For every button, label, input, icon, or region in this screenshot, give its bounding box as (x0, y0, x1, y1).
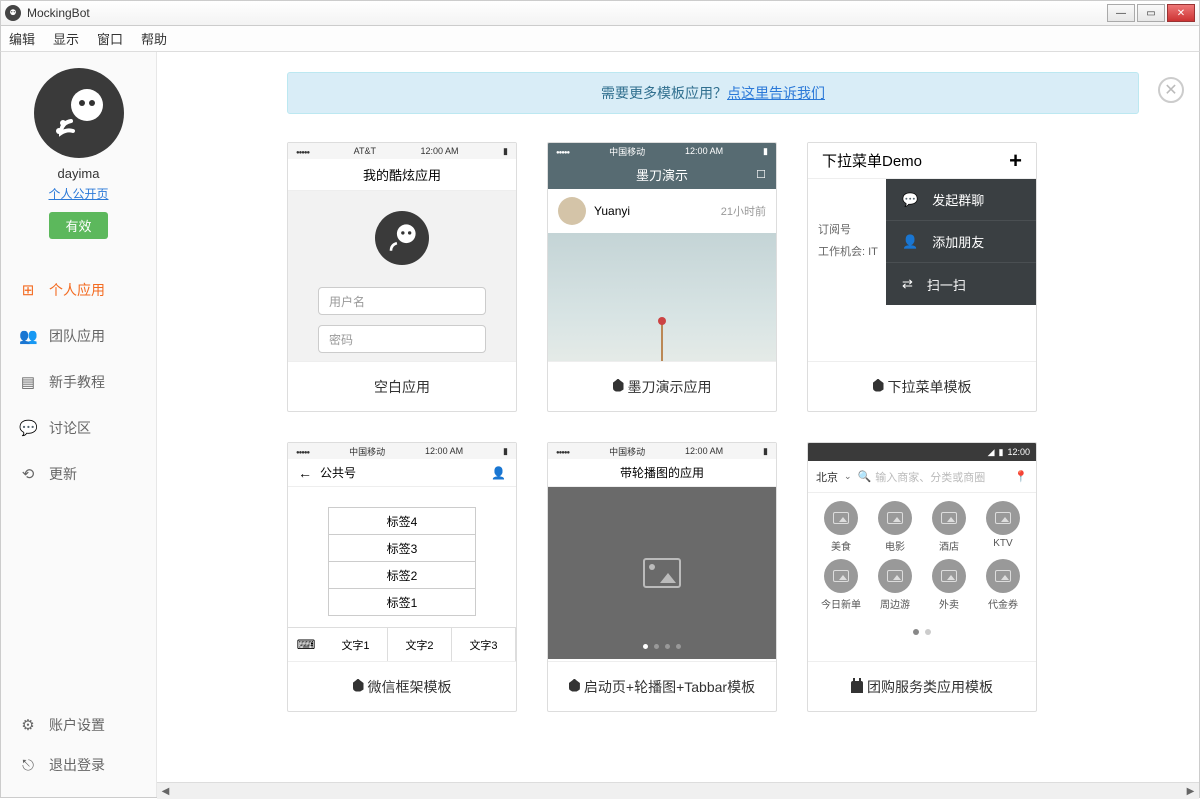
username-input: 用户名 (318, 287, 486, 315)
sidebar-item-label: 讨论区 (49, 418, 91, 438)
preview-header: 我的酷炫应用 (288, 159, 516, 191)
rss-icon: ⟲ (19, 465, 37, 483)
card-label: 团购服务类应用模板 (867, 677, 993, 697)
password-input: 密码 (318, 325, 486, 353)
main-content: 需要更多模板应用？点这里告诉我们 ✕ AT&T12:00 AM▮ 我的酷炫应用 … (157, 52, 1199, 797)
sidebar: dayima 个人公开页 有效 ⊞ 个人应用 👥 团队应用 ▤ 新手教程 💬 讨… (1, 52, 157, 797)
gear-icon: ⚙ (19, 716, 37, 734)
banner-text: 需要更多模板应用？ (601, 85, 727, 101)
logout-icon: ⎋ (19, 757, 37, 774)
card-label: 下拉菜单模板 (888, 377, 972, 397)
menu-help[interactable]: 帮助 (141, 29, 167, 48)
chat-icon: 💬 (19, 419, 37, 437)
avatar-icon (558, 197, 586, 225)
back-icon: ← (298, 465, 312, 481)
card-label: 墨刀演示应用 (628, 377, 712, 397)
scroll-right-button[interactable]: ▶ (1182, 783, 1199, 800)
horizontal-scrollbar[interactable]: ◀ ▶ (157, 782, 1199, 799)
battery-icon: ▮ (999, 447, 1004, 458)
sidebar-item-label: 个人应用 (49, 280, 105, 300)
scroll-left-button[interactable]: ◀ (157, 783, 174, 800)
close-banner-button[interactable]: ✕ (1158, 77, 1184, 103)
window-title: MockingBot (27, 6, 1105, 20)
keyboard-icon: ⌨ (288, 628, 324, 661)
signal-icon (296, 146, 309, 156)
window-titlebar: MockingBot — ▭ ✕ (0, 0, 1200, 26)
sidebar-item-forum[interactable]: 💬 讨论区 (1, 405, 156, 451)
battery-icon: ▮ (503, 146, 508, 157)
public-page-link[interactable]: 个人公开页 (48, 187, 108, 201)
inbox-icon: ☐ (756, 168, 766, 181)
minimize-button[interactable]: — (1107, 4, 1135, 22)
battery-icon: ▮ (503, 446, 508, 457)
sidebar-item-label: 新手教程 (49, 372, 105, 392)
maximize-button[interactable]: ▭ (1137, 4, 1165, 22)
banner-link[interactable]: 点这里告诉我们 (727, 85, 825, 101)
grid-icon: ⊞ (19, 281, 37, 299)
avatar[interactable] (34, 68, 124, 158)
user-icon: 👤 (491, 466, 506, 480)
chevron-down-icon: ⌄ (844, 471, 852, 482)
card-label: 启动页+轮播图+Tabbar模板 (584, 677, 755, 697)
template-card-demo[interactable]: 中国移动12:00 AM▮ 墨刀演示☐ Yuanyi21小时前 墨刀演示应用 (547, 142, 777, 412)
carousel-dots (643, 644, 681, 649)
book-icon: ▤ (19, 373, 37, 391)
sidebar-item-team[interactable]: 👥 团队应用 (1, 313, 156, 359)
template-card-wechat[interactable]: 中国移动12:00 AM▮ ←公共号👤 标签4 标签3 标签2 标签1 ⌨ 文字… (287, 442, 517, 712)
sidebar-item-label: 团队应用 (49, 326, 105, 346)
status-badge: 有效 (49, 212, 107, 239)
signal-icon: ◢ (988, 447, 995, 458)
sidebar-item-settings[interactable]: ⚙ 账户设置 (1, 705, 156, 745)
avatar-icon (375, 211, 429, 265)
sidebar-item-updates[interactable]: ⟲ 更新 (1, 451, 156, 497)
template-card-dropdown[interactable]: 下拉菜单Demo+ 订阅号工作机会: IT 💬发起群聊 👤添加朋友 ⇄扫一扫 下… (807, 142, 1037, 412)
signal-icon (556, 446, 569, 456)
sidebar-item-label: 账户设置 (49, 715, 105, 735)
template-card-blank[interactable]: AT&T12:00 AM▮ 我的酷炫应用 用户名 密码 空白应用 (287, 142, 517, 412)
location-icon: 📍 (1014, 470, 1028, 483)
signal-icon (556, 146, 569, 156)
apple-icon (613, 379, 624, 395)
template-card-carousel[interactable]: 中国移动12:00 AM▮ 带轮播图的应用 启动页+轮播图+Tabbar模板 (547, 442, 777, 712)
signal-icon (296, 446, 309, 456)
user-icon: 👤 (902, 234, 918, 250)
plus-icon: + (1009, 148, 1022, 174)
apple-icon (569, 679, 580, 695)
apple-icon (353, 679, 364, 695)
dropdown-menu: 💬发起群聊 👤添加朋友 ⇄扫一扫 (886, 179, 1036, 305)
app-logo-icon (5, 5, 21, 21)
battery-icon: ▮ (763, 446, 768, 457)
chat-icon: 💬 (902, 192, 918, 208)
menu-window[interactable]: 窗口 (97, 29, 123, 48)
sidebar-item-label: 更新 (49, 464, 77, 484)
username: dayima (11, 166, 146, 181)
sidebar-item-personal[interactable]: ⊞ 个人应用 (1, 267, 156, 313)
sidebar-item-tutorial[interactable]: ▤ 新手教程 (1, 359, 156, 405)
sidebar-item-logout[interactable]: ⎋ 退出登录 (1, 745, 156, 785)
template-card-groupbuy[interactable]: ◢▮12:00 北京⌄ 🔍输入商家、分类或商圈 📍 美食 电影 酒店 KTV 今… (807, 442, 1037, 712)
profile-section: dayima 个人公开页 有效 (1, 52, 156, 249)
menu-bar: 编辑 显示 窗口 帮助 (0, 26, 1200, 52)
battery-icon: ▮ (763, 146, 768, 157)
sidebar-item-label: 退出登录 (49, 755, 105, 775)
search-icon: 🔍 (858, 470, 872, 483)
close-button[interactable]: ✕ (1167, 4, 1195, 22)
menu-edit[interactable]: 编辑 (9, 29, 35, 48)
menu-view[interactable]: 显示 (53, 29, 79, 48)
image-placeholder-icon (643, 558, 681, 588)
scan-icon: ⇄ (902, 276, 913, 292)
card-label: 微信框架模板 (368, 677, 452, 697)
info-banner: 需要更多模板应用？点这里告诉我们 ✕ (287, 72, 1139, 114)
apple-icon (873, 379, 884, 395)
android-icon (851, 681, 863, 693)
team-icon: 👥 (19, 327, 37, 345)
card-label: 空白应用 (374, 377, 430, 397)
tower-image (661, 323, 663, 361)
